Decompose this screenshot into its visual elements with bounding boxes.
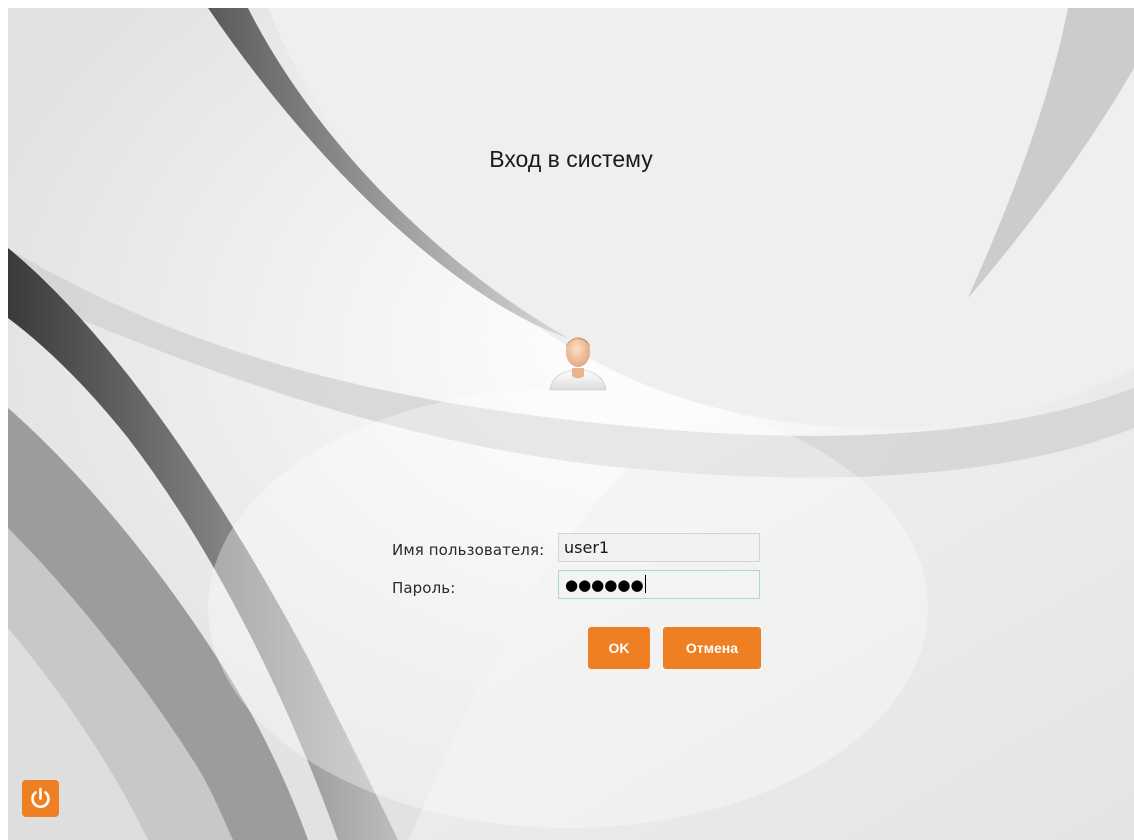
password-field[interactable]: ●●●●●● (558, 570, 760, 599)
password-label: Пароль: (392, 579, 456, 597)
text-caret (644, 575, 646, 593)
login-screen: Вход в систему Имя пользователя: user1 П… (8, 8, 1134, 840)
user-avatar-icon (549, 337, 607, 391)
username-label: Имя пользователя: (392, 541, 545, 559)
ok-button[interactable]: OK (588, 627, 650, 669)
cancel-button[interactable]: Отмена (663, 627, 761, 669)
page-title: Вход в систему (489, 146, 653, 172)
wallpaper (8, 8, 1134, 840)
power-icon (31, 787, 50, 808)
power-button[interactable] (22, 780, 59, 817)
username-field[interactable]: user1 (558, 533, 760, 562)
password-mask: ●●●●●● (565, 575, 646, 594)
password-mask-text: ●●●●●● (565, 576, 644, 594)
